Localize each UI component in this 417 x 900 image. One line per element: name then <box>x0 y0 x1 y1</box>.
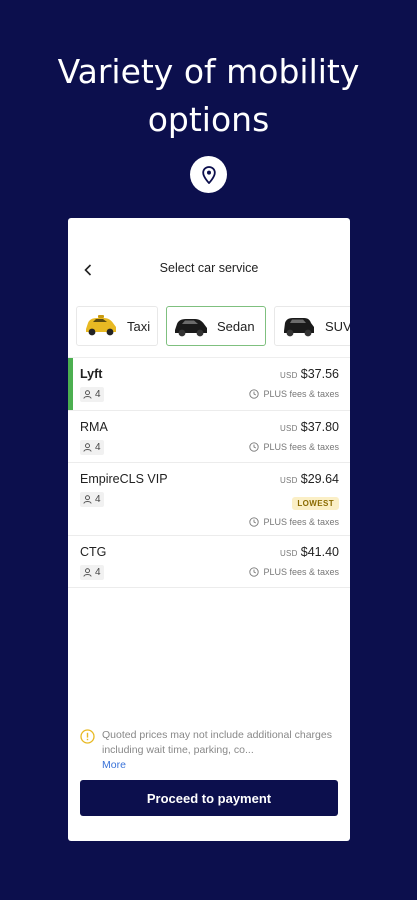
ride-name: CTG <box>80 545 107 559</box>
fees-note: PLUS fees & taxes <box>249 442 339 452</box>
taxi-car-icon <box>86 315 116 336</box>
screen-title: Select car service <box>159 261 259 275</box>
fees-text: PLUS fees & taxes <box>263 567 339 577</box>
sedan-car-icon <box>175 319 207 337</box>
ride-price: USD $29.64 <box>280 472 339 486</box>
ride-price: USD $37.56 <box>280 367 339 381</box>
service-tabs: Taxi Sedan SUV <box>68 306 350 348</box>
seat-count-value: 4 <box>95 442 101 453</box>
promo-headline: Variety of mobility options <box>0 48 417 144</box>
price-value: $37.80 <box>300 420 339 434</box>
clock-icon <box>249 442 260 452</box>
fees-text: PLUS fees & taxes <box>263 389 339 399</box>
tab-suv-label: SUV <box>325 318 350 334</box>
ride-name: RMA <box>80 420 108 434</box>
seat-count: 4 <box>80 492 104 507</box>
seat-count-value: 4 <box>95 389 101 400</box>
lowest-price-badge: LOWEST <box>292 497 339 510</box>
ride-name: Lyft <box>80 367 103 381</box>
price-value: $37.56 <box>300 367 339 381</box>
fees-text: PLUS fees & taxes <box>263 442 339 452</box>
suv-car-icon <box>284 318 314 337</box>
fees-note: PLUS fees & taxes <box>249 517 339 527</box>
price-currency: USD <box>279 476 298 485</box>
location-pin-icon <box>190 156 227 193</box>
proceed-to-payment-button[interactable]: Proceed to payment <box>80 780 338 816</box>
ride-option-empirecls-vip[interactable]: EmpireCLS VIP 4 USD $29.64 LOWEST PLUS fe… <box>68 463 350 536</box>
fees-note: PLUS fees & taxes <box>249 567 339 577</box>
price-value: $41.40 <box>300 545 339 559</box>
seat-count: 4 <box>80 387 104 402</box>
promo-headline-line-1: Variety of mobility <box>57 52 360 91</box>
price-currency: USD <box>279 371 298 380</box>
price-currency: USD <box>279 549 298 558</box>
clock-icon <box>249 567 260 577</box>
seat-count: 4 <box>80 440 104 455</box>
tab-sedan[interactable]: Sedan <box>166 306 266 346</box>
price-value: $29.64 <box>300 472 339 486</box>
disclaimer-text: Quoted prices may not include additional… <box>102 729 332 756</box>
seat-count-value: 4 <box>95 567 101 578</box>
clock-icon <box>249 517 260 527</box>
person-icon <box>83 568 92 577</box>
more-link[interactable]: More <box>102 758 126 773</box>
ride-option-lyft[interactable]: Lyft 4 USD $37.56 PLUS fees & taxes <box>68 358 350 411</box>
ride-price: USD $37.80 <box>280 420 339 434</box>
tab-sedan-label: Sedan <box>217 318 255 334</box>
ride-option-rma[interactable]: RMA 4 USD $37.80 PLUS fees & taxes <box>68 411 350 463</box>
tab-suv[interactable]: SUV <box>274 306 350 346</box>
person-icon <box>83 495 92 504</box>
person-icon <box>83 390 92 399</box>
promo-headline-line-2: options <box>147 100 270 139</box>
fees-note: PLUS fees & taxes <box>249 389 339 399</box>
warning-icon <box>80 729 95 744</box>
phone-screen: Select car service Taxi Sedan SUV Lyft 4… <box>68 218 350 841</box>
ride-list: Lyft 4 USD $37.56 PLUS fees & taxes RMA 4… <box>68 358 350 588</box>
fees-text: PLUS fees & taxes <box>263 517 339 527</box>
seat-count: 4 <box>80 565 104 580</box>
ride-option-ctg[interactable]: CTG 4 USD $41.40 PLUS fees & taxes <box>68 536 350 588</box>
seat-count-value: 4 <box>95 494 101 505</box>
screen-header: Select car service <box>68 258 350 282</box>
ride-price: USD $41.40 <box>280 545 339 559</box>
price-currency: USD <box>279 424 298 433</box>
clock-icon <box>249 389 260 399</box>
tab-taxi-label: Taxi <box>127 318 151 334</box>
ride-name: EmpireCLS VIP <box>80 472 168 486</box>
person-icon <box>83 443 92 452</box>
tab-taxi[interactable]: Taxi <box>76 306 158 346</box>
price-disclaimer: Quoted prices may not include additional… <box>80 728 342 774</box>
